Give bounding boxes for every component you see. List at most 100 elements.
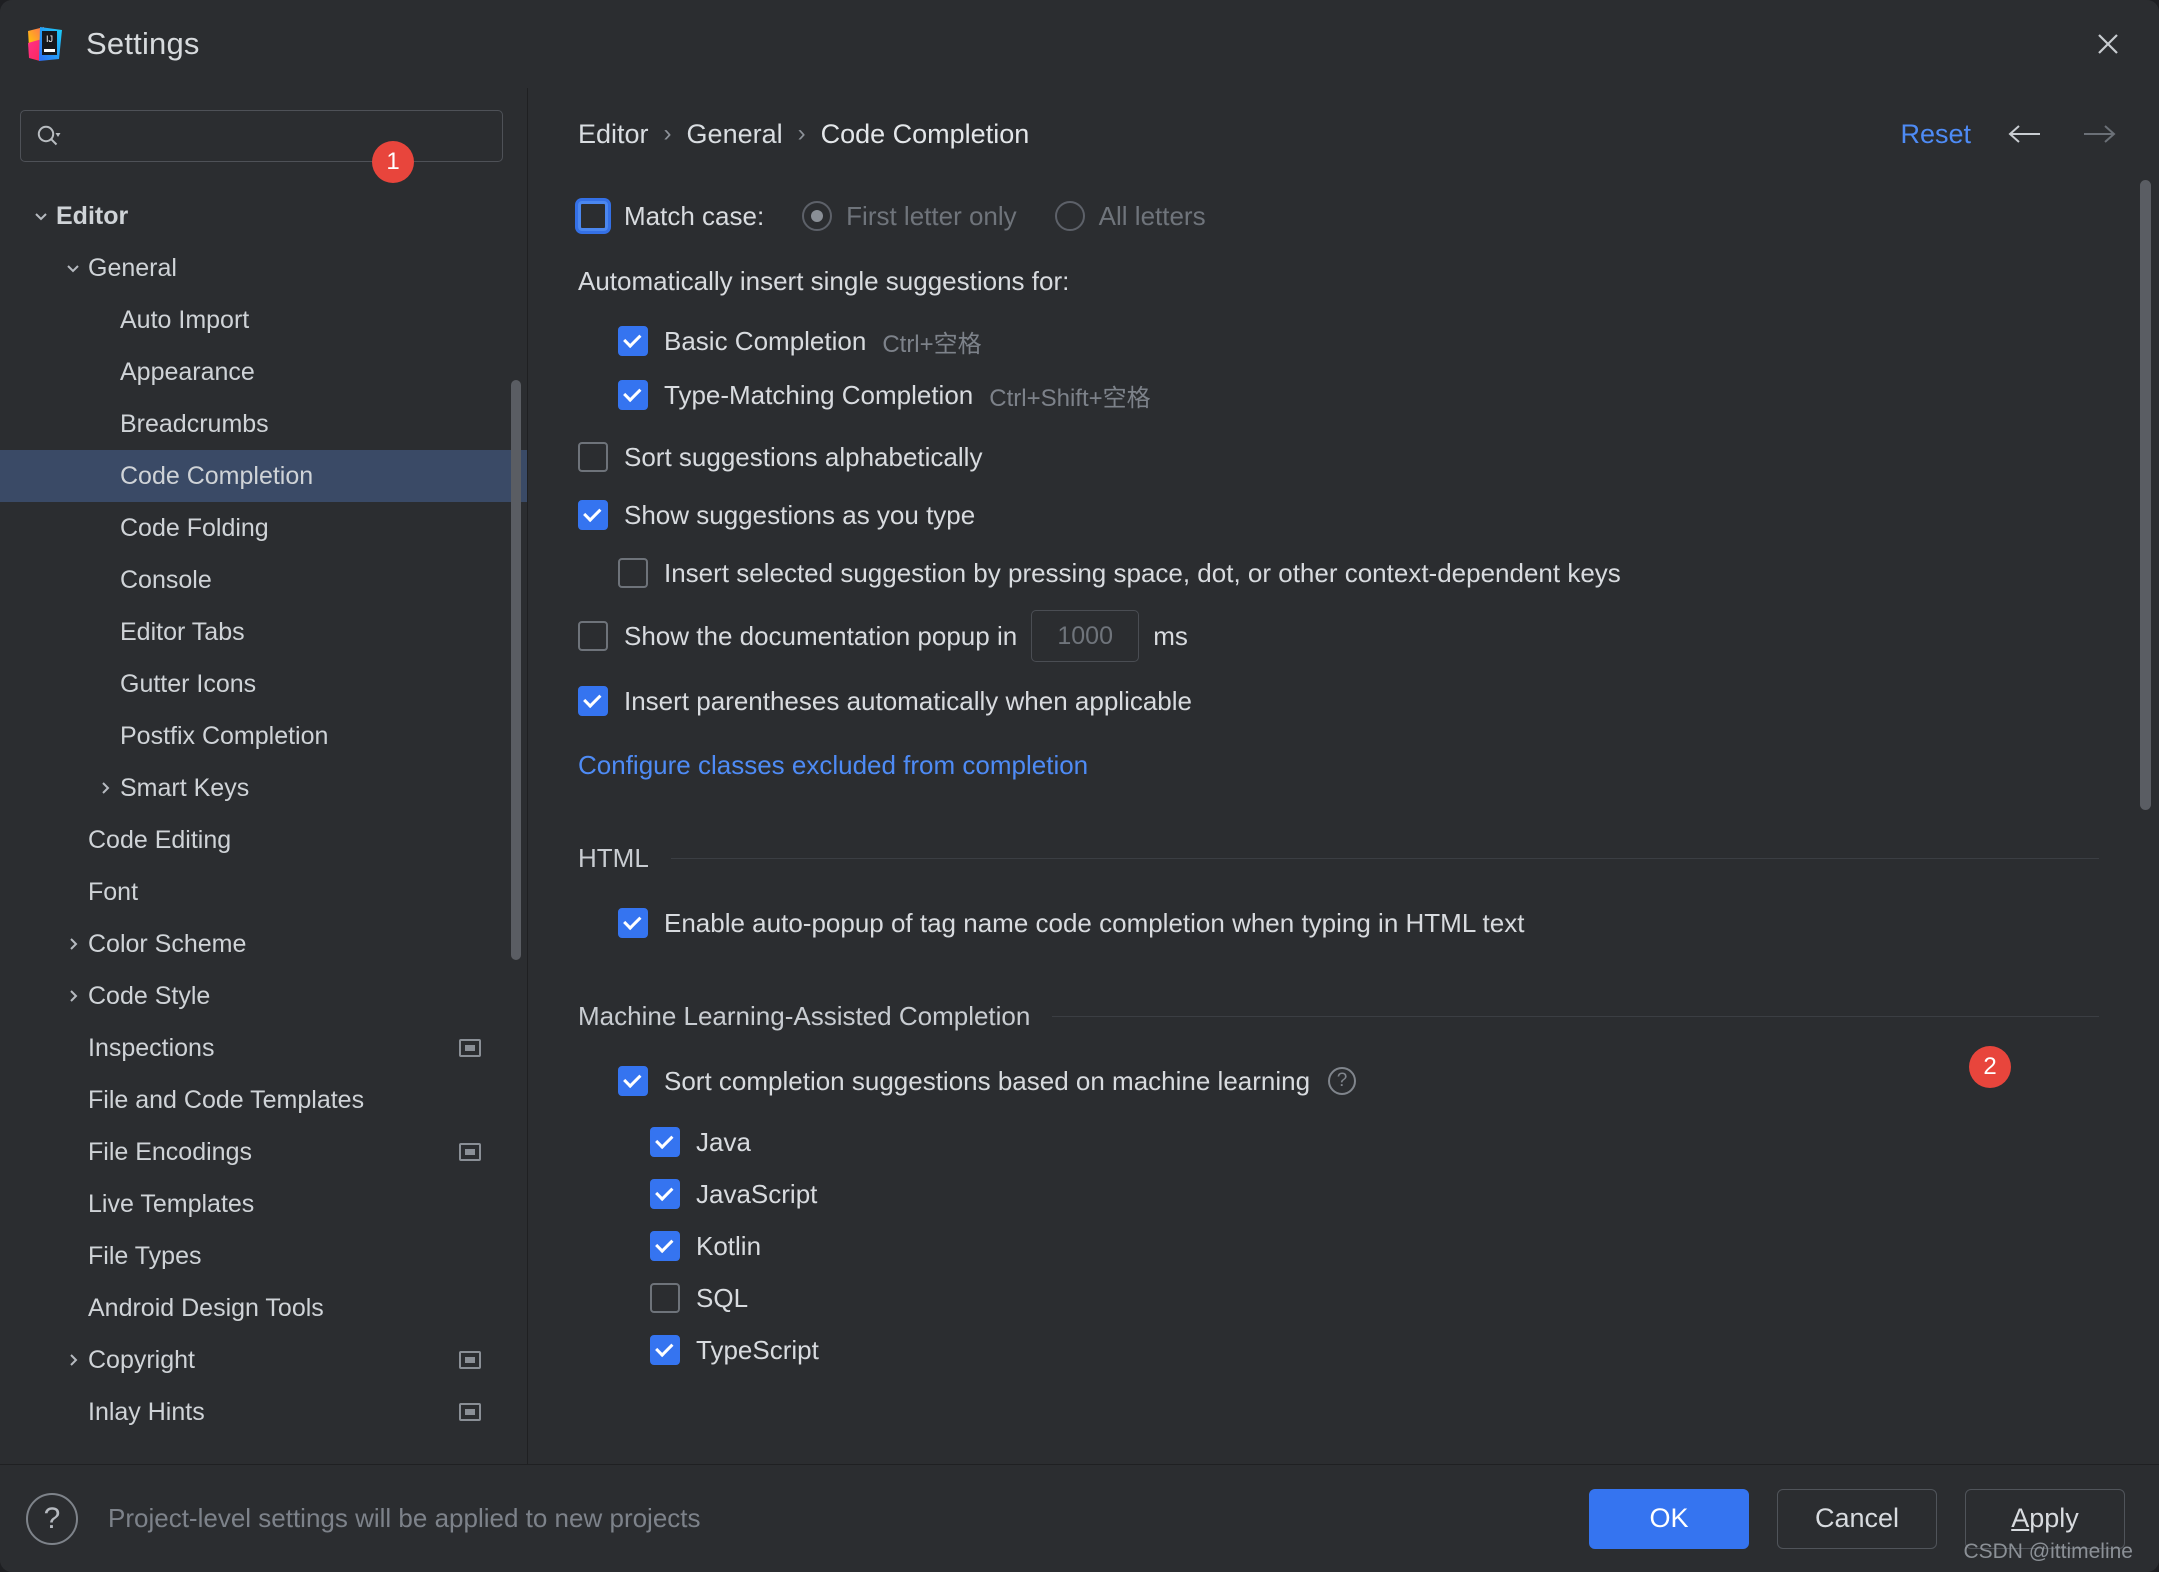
- sidebar-item-breadcrumbs[interactable]: Breadcrumbs: [0, 398, 527, 450]
- ml-language-checkbox-java[interactable]: [650, 1127, 680, 1157]
- settings-tree[interactable]: Editor General Auto Import Appearance Breadc…: [0, 182, 527, 1464]
- breadcrumb-item-code-completion[interactable]: Code Completion: [821, 119, 1030, 150]
- search-box[interactable]: [20, 110, 503, 162]
- ml-sort-label: Sort completion suggestions based on mac…: [664, 1065, 1311, 1096]
- sidebar-item-general[interactable]: General: [0, 242, 527, 294]
- search-input[interactable]: [71, 111, 488, 161]
- content-scrollbar[interactable]: [2140, 180, 2151, 810]
- project-level-icon: [459, 1351, 481, 1369]
- chevron-right-icon[interactable]: [90, 778, 120, 798]
- chevron-right-icon[interactable]: [58, 1350, 88, 1370]
- breadcrumb-item-editor[interactable]: Editor: [578, 119, 649, 150]
- ok-button[interactable]: OK: [1589, 1488, 1749, 1549]
- insert-parentheses-checkbox[interactable]: [578, 686, 608, 716]
- help-circle-icon[interactable]: ?: [1328, 1067, 1357, 1095]
- sidebar-item-code-completion[interactable]: Code Completion: [0, 450, 527, 502]
- html-section-title: HTML: [578, 842, 649, 873]
- match-case-option-first[interactable]: First letter only: [802, 201, 1017, 232]
- breadcrumb-item-general[interactable]: General: [687, 119, 783, 150]
- sort-alphabetically-row[interactable]: Sort suggestions alphabetically: [578, 432, 2099, 482]
- sidebar-item-copyright[interactable]: Copyright: [0, 1334, 527, 1386]
- sidebar-item-appearance[interactable]: Appearance: [0, 346, 527, 398]
- help-circle-icon[interactable]: ?: [26, 1492, 78, 1545]
- search-icon: [35, 123, 61, 149]
- html-autopopup-checkbox[interactable]: [618, 908, 648, 938]
- dialog-body: Editor General Auto Import Appearance Breadc…: [0, 88, 2159, 1464]
- sidebar-item-color-scheme[interactable]: Color Scheme: [0, 918, 527, 970]
- documentation-popup-delay-input[interactable]: 1000: [1031, 610, 1140, 662]
- breadcrumb: Editor › General › Code Completion: [578, 119, 1029, 150]
- sidebar-item-postfix-completion[interactable]: Postfix Completion: [0, 710, 527, 762]
- close-icon[interactable]: [2087, 23, 2129, 65]
- chevron-down-icon[interactable]: [58, 258, 88, 278]
- ml-language-checkbox-javascript[interactable]: [650, 1179, 680, 1209]
- sidebar-item-font[interactable]: Font: [0, 866, 527, 918]
- sidebar-item-smart-keys[interactable]: Smart Keys: [0, 762, 527, 814]
- settings-content: Match case: First letter only All letter…: [528, 180, 2159, 1464]
- sidebar-item-label: Code Folding: [120, 513, 269, 542]
- sidebar-item-file-and-code-templates[interactable]: File and Code Templates: [0, 1074, 527, 1126]
- project-level-icon: [459, 1039, 481, 1057]
- ml-language-checkbox-sql[interactable]: [650, 1283, 680, 1313]
- chevron-down-icon[interactable]: [26, 206, 56, 226]
- ml-language-row-typescript[interactable]: TypeScript: [650, 1324, 2099, 1376]
- basic-completion-checkbox[interactable]: [618, 326, 648, 356]
- ml-language-checkbox-kotlin[interactable]: [650, 1231, 680, 1261]
- sidebar-item-auto-import[interactable]: Auto Import: [0, 294, 527, 346]
- reset-button[interactable]: Reset: [1900, 119, 1971, 150]
- radio-all-letters[interactable]: [1054, 201, 1085, 231]
- sidebar-item-inlay-hints[interactable]: Inlay Hints: [0, 1386, 527, 1438]
- sidebar-item-console[interactable]: Console: [0, 554, 527, 606]
- search-container: [0, 88, 527, 182]
- ml-section-divider: [1052, 1015, 2099, 1017]
- arrow-right-icon[interactable]: [2079, 114, 2119, 154]
- insert-selected-suggestion-row[interactable]: Insert selected suggestion by pressing s…: [578, 548, 2099, 598]
- chevron-right-icon[interactable]: [58, 986, 88, 1006]
- show-suggestions-row[interactable]: Show suggestions as you type: [578, 490, 2099, 540]
- insert-selected-suggestion-checkbox[interactable]: [618, 558, 648, 588]
- show-suggestions-checkbox[interactable]: [578, 500, 608, 530]
- sidebar-item-editor[interactable]: Editor: [0, 190, 527, 242]
- cancel-button[interactable]: Cancel: [1777, 1488, 1937, 1549]
- sort-alphabetically-checkbox[interactable]: [578, 442, 608, 472]
- type-matching-completion-row[interactable]: Type-Matching Completion Ctrl+Shift+空格: [578, 370, 2099, 420]
- html-autopopup-row[interactable]: Enable auto-popup of tag name code compl…: [578, 898, 2099, 948]
- documentation-popup-row[interactable]: Show the documentation popup in 1000 ms: [578, 608, 2099, 664]
- ml-language-row-sql[interactable]: SQL: [650, 1272, 2099, 1324]
- sidebar-item-live-templates[interactable]: Live Templates: [0, 1178, 527, 1230]
- chevron-right-icon[interactable]: [58, 934, 88, 954]
- ml-language-checkbox-typescript[interactable]: [650, 1335, 680, 1365]
- insert-parentheses-row[interactable]: Insert parentheses automatically when ap…: [578, 676, 2099, 726]
- sidebar-item-file-encodings[interactable]: File Encodings: [0, 1126, 527, 1178]
- type-matching-completion-checkbox[interactable]: [618, 380, 648, 410]
- ml-language-row-kotlin[interactable]: Kotlin: [650, 1220, 2099, 1272]
- ml-sort-row[interactable]: Sort completion suggestions based on mac…: [578, 1056, 2099, 1106]
- configure-excluded-classes-link[interactable]: Configure classes excluded from completi…: [578, 750, 1088, 781]
- sidebar-scrollbar[interactable]: [511, 380, 521, 960]
- sidebar-item-android-design-tools[interactable]: Android Design Tools: [0, 1282, 527, 1334]
- arrow-left-icon[interactable]: [2005, 114, 2045, 154]
- basic-completion-row[interactable]: Basic Completion Ctrl+空格: [578, 316, 2099, 366]
- sidebar-item-label: Code Editing: [88, 825, 232, 854]
- sidebar-item-gutter-icons[interactable]: Gutter Icons: [0, 658, 527, 710]
- match-case-option-all[interactable]: All letters: [1054, 201, 1206, 232]
- sidebar-item-inspections[interactable]: Inspections: [0, 1022, 527, 1074]
- project-level-icon: [459, 1143, 481, 1161]
- sidebar-item-code-style[interactable]: Code Style: [0, 970, 527, 1022]
- apply-label-rest: pply: [2029, 1503, 2079, 1533]
- sidebar-item-code-folding[interactable]: Code Folding: [0, 502, 527, 554]
- insert-parentheses-label: Insert parentheses automatically when ap…: [624, 685, 1193, 716]
- radio-first-letter-only[interactable]: [802, 201, 833, 231]
- documentation-popup-checkbox[interactable]: [578, 621, 608, 651]
- footer-note: Project-level settings will be applied t…: [108, 1503, 701, 1533]
- html-section-header: HTML: [578, 836, 2099, 880]
- match-case-checkbox[interactable]: [578, 201, 608, 231]
- sidebar-item-code-editing[interactable]: Code Editing: [0, 814, 527, 866]
- ml-language-row-javascript[interactable]: JavaScript: [650, 1168, 2099, 1220]
- ml-language-row-java[interactable]: Java: [650, 1116, 2099, 1168]
- ml-sort-checkbox[interactable]: [618, 1066, 648, 1096]
- sidebar-item-editor-tabs[interactable]: Editor Tabs: [0, 606, 527, 658]
- sidebar-item-file-types[interactable]: File Types: [0, 1230, 527, 1282]
- ml-section-title: Machine Learning-Assisted Completion: [578, 1000, 1031, 1031]
- sidebar-item-label: Code Completion: [120, 461, 314, 490]
